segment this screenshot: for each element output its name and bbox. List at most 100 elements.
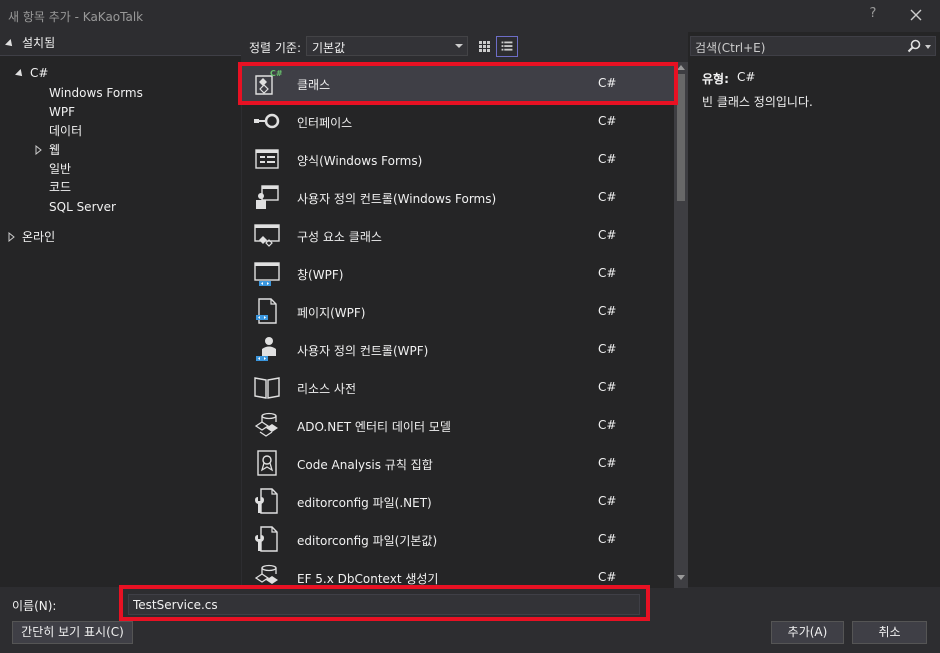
- tree-item-csharp[interactable]: C#: [30, 64, 48, 83]
- sort-dropdown[interactable]: 기본값: [306, 36, 468, 56]
- tree-expand-csharp[interactable]: [15, 64, 25, 83]
- chevron-right-icon[interactable]: [35, 145, 43, 155]
- sort-value: 기본값: [312, 41, 346, 55]
- svg-text:C#: C#: [270, 69, 282, 78]
- sort-toolbar: 정렬 기준: 기본값: [241, 32, 686, 60]
- template-language: C#: [598, 456, 617, 470]
- name-label: 이름(N):: [12, 599, 57, 613]
- scroll-thumb[interactable]: [677, 74, 685, 201]
- template-language: C#: [598, 380, 617, 394]
- template-item-resource-dictionary[interactable]: 리소스 사전 C#: [242, 368, 674, 406]
- category-tree: 설치됨 C# Windows Forms WPF 데이터 웹 일반 코드 SQL…: [0, 32, 241, 587]
- type-label: 유형:: [702, 72, 729, 86]
- title-bar: 새 항목 추가 - KaKaoTalk ?: [0, 0, 940, 30]
- template-label: 클래스: [297, 78, 331, 92]
- wpf-window-icon: [254, 262, 280, 286]
- template-item-windows-form[interactable]: 양식(Windows Forms) C#: [242, 140, 674, 178]
- template-label: Code Analysis 규칙 집합: [297, 458, 433, 472]
- template-item-class[interactable]: C# 클래스 C#: [242, 64, 674, 102]
- close-icon[interactable]: [906, 5, 926, 25]
- form-icon: [255, 149, 279, 169]
- bottom-bar: 이름(N): 간단히 보기 표시(C) 추가(A) 취소: [0, 588, 940, 653]
- tree-item-code[interactable]: 코드: [49, 178, 71, 197]
- entity-data-model-icon: [254, 412, 278, 437]
- template-list-scrollbar[interactable]: [674, 62, 688, 588]
- class-icon: C#: [255, 69, 282, 95]
- wpf-page-icon: [256, 298, 277, 324]
- compact-view-button[interactable]: 간단히 보기 표시(C): [12, 621, 133, 644]
- search-icon[interactable]: [907, 39, 921, 53]
- add-button[interactable]: 추가(A): [771, 621, 844, 644]
- template-label: 페이지(WPF): [297, 306, 366, 320]
- editorconfig-icon: [255, 488, 278, 514]
- installed-header[interactable]: 설치됨: [0, 32, 241, 56]
- grid-view-icon[interactable]: [473, 36, 495, 57]
- window-title: 새 항목 추가 - KaKaoTalk: [8, 10, 144, 24]
- tree-item-sql-server[interactable]: SQL Server: [49, 198, 116, 217]
- chevron-down-icon[interactable]: [925, 45, 931, 49]
- template-language: C#: [598, 342, 617, 356]
- template-item-component-class[interactable]: 구성 요소 클래스 C#: [242, 216, 674, 254]
- tree-item-data[interactable]: 데이터: [49, 122, 82, 141]
- template-label: editorconfig 파일(기본값): [297, 534, 438, 548]
- chevron-down-icon: [455, 44, 463, 48]
- template-item-editorconfig-dotnet[interactable]: editorconfig 파일(.NET) C#: [242, 482, 674, 520]
- type-value: C#: [737, 70, 756, 84]
- cancel-button[interactable]: 취소: [852, 621, 927, 644]
- template-language: C#: [598, 152, 617, 166]
- tree-item-wpf[interactable]: WPF: [49, 103, 75, 122]
- template-label: 인터페이스: [297, 116, 353, 130]
- template-language: C#: [598, 114, 617, 128]
- template-language: C#: [598, 190, 617, 204]
- tree-item-web[interactable]: 웹: [49, 141, 60, 160]
- interface-icon: [254, 113, 280, 129]
- template-language: C#: [598, 266, 617, 280]
- template-label: ADO.NET 엔터티 데이터 모델: [297, 420, 451, 434]
- user-control-icon: [256, 185, 279, 209]
- scroll-up-icon[interactable]: [677, 65, 685, 70]
- template-language: C#: [598, 418, 617, 432]
- template-item-wpf-page[interactable]: 페이지(WPF) C#: [242, 292, 674, 330]
- collapse-icon: [5, 38, 15, 49]
- details-pane: 검색(Ctrl+E) 유형: C# 빈 클래스 정의입니다.: [688, 32, 940, 587]
- search-input[interactable]: 검색(Ctrl+E): [690, 36, 936, 56]
- template-item-user-control-winforms[interactable]: 사용자 정의 컨트롤(Windows Forms) C#: [242, 178, 674, 216]
- template-label: 사용자 정의 컨트롤(Windows Forms): [297, 192, 497, 206]
- search-placeholder: 검색(Ctrl+E): [695, 41, 766, 55]
- template-item-dbcontext-generator[interactable]: EF 5.x DbContext 생성기 C#: [242, 558, 674, 588]
- template-item-editorconfig-default[interactable]: editorconfig 파일(기본값) C#: [242, 520, 674, 558]
- template-item-interface[interactable]: 인터페이스 C#: [242, 102, 674, 140]
- template-label: 구성 요소 클래스: [297, 230, 382, 244]
- list-view-icon[interactable]: [496, 36, 518, 57]
- ruleset-icon: [257, 450, 277, 476]
- template-language: C#: [598, 570, 617, 584]
- scroll-down-icon[interactable]: [677, 575, 685, 580]
- name-field[interactable]: [128, 594, 640, 615]
- chevron-right-icon[interactable]: [8, 232, 16, 242]
- tree-item-windows-forms[interactable]: Windows Forms: [49, 84, 143, 103]
- template-item-wpf-window[interactable]: 창(WPF) C#: [242, 254, 674, 292]
- collapse-icon: [15, 68, 25, 79]
- sort-label: 정렬 기준:: [249, 41, 302, 55]
- installed-label: 설치됨: [22, 36, 56, 50]
- template-item-entity-data-model[interactable]: ADO.NET 엔터티 데이터 모델 C#: [242, 406, 674, 444]
- template-label: 창(WPF): [297, 268, 344, 282]
- template-language: C#: [598, 494, 617, 508]
- resource-dictionary-icon: [254, 377, 280, 399]
- wpf-user-control-icon: [256, 337, 276, 361]
- help-button[interactable]: ?: [866, 6, 880, 21]
- template-description: 빈 클래스 정의입니다.: [702, 95, 813, 109]
- template-label: EF 5.x DbContext 생성기: [297, 572, 439, 586]
- template-label: editorconfig 파일(.NET): [297, 496, 432, 510]
- tree-item-online[interactable]: 온라인: [22, 228, 55, 247]
- tree-item-general[interactable]: 일반: [49, 160, 71, 179]
- template-item-wpf-user-control[interactable]: 사용자 정의 컨트롤(WPF) C#: [242, 330, 674, 368]
- template-language: C#: [598, 532, 617, 546]
- template-language: C#: [598, 228, 617, 242]
- template-label: 리소스 사전: [297, 382, 357, 396]
- template-language: C#: [598, 304, 617, 318]
- template-label: 사용자 정의 컨트롤(WPF): [297, 344, 429, 358]
- template-list: C# 클래스 C# 인터페이스 C# 양식(Windows Forms) C#: [242, 62, 674, 588]
- dbcontext-generator-icon: [254, 564, 278, 584]
- template-item-ruleset[interactable]: Code Analysis 규칙 집합 C#: [242, 444, 674, 482]
